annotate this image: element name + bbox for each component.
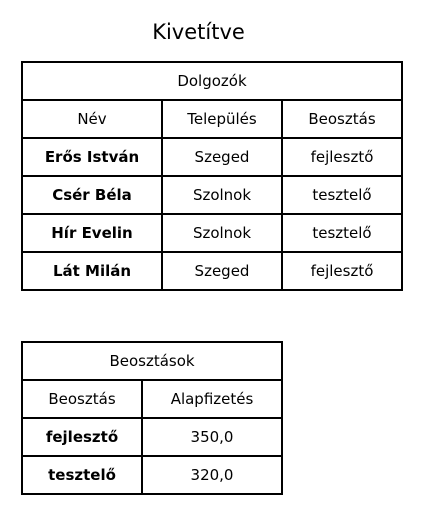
table-cell: Erős István (21, 137, 163, 177)
table-caption-row: Dolgozók (21, 61, 403, 101)
table-cell: Csér Béla (21, 175, 163, 215)
table-cell: fejlesztő (281, 137, 403, 177)
table-cell: Lát Milán (21, 251, 163, 291)
column-header-name: Név (21, 99, 163, 139)
table-row: fejlesztő 350,0 (21, 417, 284, 457)
table-cell: fejlesztő (21, 417, 143, 457)
table-cell: Szeged (161, 137, 283, 177)
table-cell: Szolnok (161, 175, 283, 215)
column-header-base-salary: Alapfizetés (140, 379, 284, 419)
table-row: Hír Evelin Szolnok tesztelő (21, 213, 403, 253)
table-cell: tesztelő (21, 455, 143, 495)
table-caption: Dolgozók (21, 61, 403, 101)
table-cell: Szolnok (161, 213, 283, 253)
table-caption: Beosztások (20, 341, 284, 381)
page-title: Kivetítve (152, 20, 245, 44)
table-cell: Hír Evelin (21, 213, 163, 253)
table-header-row: Név Település Beosztás (21, 99, 403, 139)
table-cell: fejlesztő (281, 251, 403, 291)
table-row: Lát Milán Szeged fejlesztő (21, 251, 403, 291)
table-cell: 320,0 (140, 455, 284, 495)
table-caption-row: Beosztások (20, 341, 284, 381)
table-row: tesztelő 320,0 (21, 455, 284, 495)
table-cell: tesztelő (281, 175, 403, 215)
column-header-position: Beosztás (21, 379, 143, 419)
table-row: Erős István Szeged fejlesztő (21, 137, 403, 177)
column-header-position: Beosztás (281, 99, 403, 139)
positions-table: Beosztások Beosztás Alapfizetés fejleszt… (20, 341, 284, 495)
table-cell: Szeged (161, 251, 283, 291)
table-row: Csér Béla Szolnok tesztelő (21, 175, 403, 215)
table-cell: 350,0 (140, 417, 284, 457)
table-header-row: Beosztás Alapfizetés (21, 379, 284, 419)
employees-table: Dolgozók Név Település Beosztás Erős Ist… (21, 61, 403, 291)
column-header-settlement: Település (161, 99, 283, 139)
table-cell: tesztelő (281, 213, 403, 253)
